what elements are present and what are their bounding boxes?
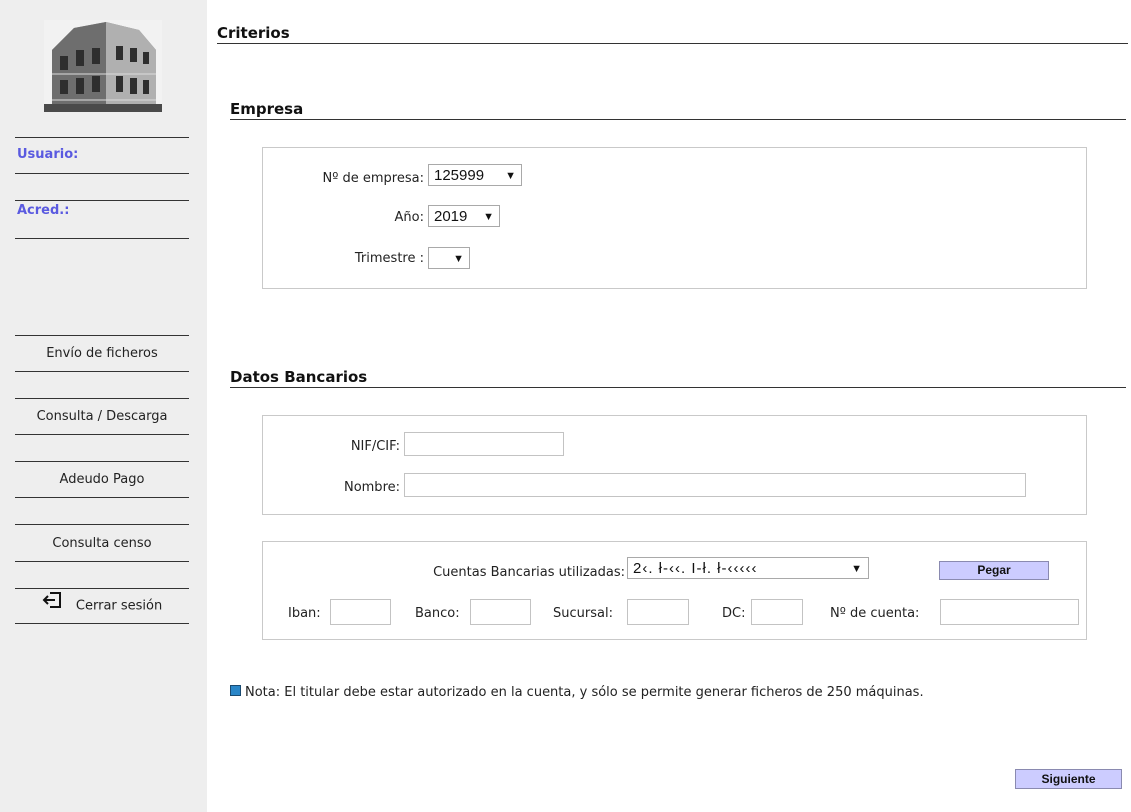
divider <box>15 173 189 174</box>
cuentas-value: 2‹. ł-‹‹. I-ł. ł-‹‹‹‹‹ <box>633 560 758 577</box>
nav-label: Cerrar sesión <box>75 598 163 614</box>
divider <box>15 524 189 525</box>
iban-label: Iban: <box>288 606 321 621</box>
section-title-empresa: Empresa <box>230 100 304 118</box>
pegar-button[interactable]: Pegar <box>939 561 1049 580</box>
nav-label: Envío de ficheros <box>46 346 158 361</box>
nombre-label: Nombre: <box>343 480 400 495</box>
divider <box>15 561 189 562</box>
num-empresa-value: 125999 <box>434 167 485 184</box>
chevron-down-icon: ▼ <box>453 253 464 265</box>
divider <box>15 398 189 399</box>
section-title-datos-bancarios: Datos Bancarios <box>230 368 368 386</box>
nav-label: Adeudo Pago <box>59 472 145 487</box>
nav-consulta-descarga[interactable]: Consulta / Descarga <box>15 400 189 434</box>
section-underline <box>230 119 1126 120</box>
divider <box>15 434 189 435</box>
cuentas-select[interactable]: 2‹. ł-‹‹. I-ł. ł-‹‹‹‹‹ ▼ <box>627 557 869 579</box>
logout-icon <box>42 589 62 623</box>
trimestre-label: Trimestre : <box>354 251 424 266</box>
chevron-down-icon: ▼ <box>483 211 494 223</box>
page-title: Criterios <box>217 24 290 42</box>
empresa-box: Nº de empresa: 125999 ▼ Año: 2019 ▼ Trim… <box>262 147 1087 289</box>
nif-label: NIF/CIF: <box>350 439 400 454</box>
note-text: Nota: El titular debe estar autorizado e… <box>245 685 924 700</box>
divider <box>15 335 189 336</box>
cuenta-label: Nº de cuenta: <box>830 606 920 621</box>
siguiente-button[interactable]: Siguiente <box>1015 769 1122 789</box>
cuentas-label: Cuentas Bancarias utilizadas: <box>433 565 625 580</box>
sidebar: Usuario: Acred.: Envío de ficheros Consu… <box>0 0 207 812</box>
chevron-down-icon: ▼ <box>505 170 516 182</box>
nombre-input[interactable] <box>404 473 1026 497</box>
anio-label: Año: <box>394 210 424 225</box>
num-empresa-select[interactable]: 125999 ▼ <box>428 164 522 186</box>
user-label: Usuario: <box>17 147 79 162</box>
nav-adeudo-pago[interactable]: Adeudo Pago <box>15 463 189 497</box>
nif-input[interactable] <box>404 432 564 456</box>
banco-label: Banco: <box>415 606 460 621</box>
divider <box>15 238 189 239</box>
iban-input[interactable] <box>330 599 391 625</box>
divider <box>15 137 189 138</box>
divider <box>15 461 189 462</box>
nav-consulta-censo[interactable]: Consulta censo <box>15 527 189 561</box>
nav-envio-ficheros[interactable]: Envío de ficheros <box>15 337 189 371</box>
num-empresa-label: Nº de empresa: <box>322 171 424 186</box>
nav-label: Consulta / Descarga <box>36 409 168 424</box>
building-logo <box>44 20 162 112</box>
banco-input[interactable] <box>470 599 531 625</box>
bullet-square-icon <box>230 685 241 696</box>
chevron-down-icon: ▼ <box>851 563 863 575</box>
title-underline <box>217 43 1128 44</box>
cuenta-input[interactable] <box>940 599 1079 625</box>
divider <box>15 623 189 624</box>
nav-label: Consulta censo <box>52 536 152 551</box>
sucursal-label: Sucursal: <box>553 606 613 621</box>
dc-input[interactable] <box>751 599 803 625</box>
sucursal-input[interactable] <box>627 599 689 625</box>
divider <box>15 371 189 372</box>
dc-label: DC: <box>722 606 746 621</box>
acred-label: Acred.: <box>17 203 70 218</box>
section-underline <box>230 387 1126 388</box>
note: Nota: El titular debe estar autorizado e… <box>230 685 924 700</box>
anio-select[interactable]: 2019 ▼ <box>428 205 500 227</box>
divider <box>15 497 189 498</box>
divider <box>15 200 189 201</box>
cuentas-box: Cuentas Bancarias utilizadas: 2‹. ł-‹‹. … <box>262 541 1087 640</box>
nav-cerrar-sesion[interactable]: Cerrar sesión <box>15 589 189 623</box>
titular-box: NIF/CIF: Nombre: <box>262 415 1087 515</box>
anio-value: 2019 <box>434 208 468 225</box>
trimestre-select[interactable]: ▼ <box>428 247 470 269</box>
